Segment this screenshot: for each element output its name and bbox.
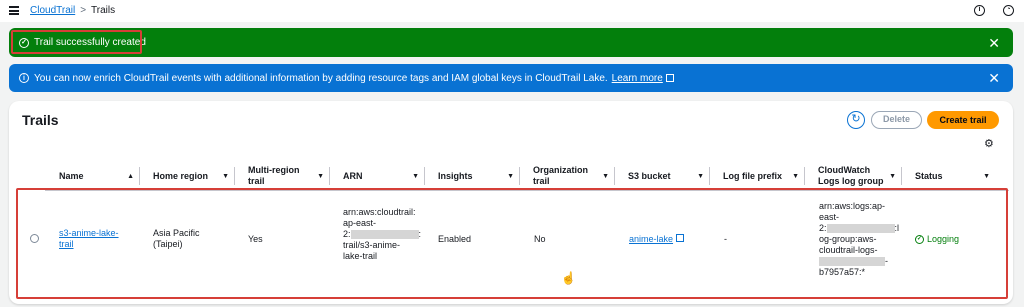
trail-name-cell: s3-anime-lake-trail [59,228,129,250]
column-header-s3-bucket[interactable]: S3 bucket ▼ [615,161,710,191]
log-group-line: arn:aws:logs:ap- [819,201,886,211]
s3-bucket-cell: anime-lake [629,234,685,245]
insights-cell: Enabled [438,234,472,244]
table-header: Name ▲ Home region ▼ Multi-region trail … [45,161,1009,191]
multi-region-cell: Yes [248,234,263,244]
column-label: Multi-region trail [248,165,300,186]
menu-icon[interactable] [9,6,19,15]
sort-icon: ▼ [222,172,229,180]
status-badge: ✓ Logging [915,234,959,245]
external-link-icon [676,234,685,242]
sort-icon: ▼ [317,172,324,180]
log-group-line: east- [819,212,840,222]
s3-bucket-link[interactable]: anime-lake [629,234,673,244]
breadcrumb-separator: > [80,5,87,16]
status-label: Logging [927,234,960,244]
arn-line: trail/s3-anime- [343,240,401,250]
sort-icon: ▼ [792,172,799,180]
arn-cell: arn:aws:cloudtrail: ap-east- 2:: trail/s… [343,207,433,262]
column-label: Organization trail [533,165,589,186]
arn-fragment: 2: [343,229,351,239]
log-group-line-redacted: 2: :l [819,223,911,234]
column-header-status[interactable]: Status ▼ [902,161,996,191]
log-group-line: cloudtrail-logs- [819,245,878,255]
log-group-line: b7957a57:* [819,267,866,277]
arn-fragment: : [418,229,422,239]
log-file-prefix-cell: - [724,234,727,244]
trails-panel: Trails ↻ Delete Create trail ⚙ Name ▲ Ho… [9,101,1013,304]
success-highlight-box [11,30,142,54]
column-label: Status [915,170,943,181]
column-label: Insights [438,170,473,181]
organization-trail-cell: No [534,234,546,244]
breadcrumb: CloudTrail > Trails [30,5,115,16]
breadcrumb-current: Trails [91,5,116,16]
sort-icon: ▼ [697,172,704,180]
success-check-icon: ✓ [915,235,924,244]
arn-line: ap-east- [343,218,377,228]
column-header-arn[interactable]: ARN ▼ [330,161,425,191]
gear-icon[interactable]: ⚙ [984,139,995,150]
trail-name-link[interactable]: s3-anime-lake-trail [59,228,119,249]
home-region-cell: Asia Pacific (Taipei) [153,228,200,249]
learn-more-link[interactable]: Learn more [612,73,663,84]
external-link-icon [665,74,674,82]
sort-icon: ▼ [983,172,990,180]
sort-icon: ▼ [602,172,609,180]
success-flash-banner: ✓ Trail successfully created ✕ [9,28,1013,57]
column-header-cloudwatch-log-group[interactable]: CloudWatch Logs log group ▼ [805,161,902,191]
redacted-account-id [350,230,419,240]
log-group-line: og-group:aws- [819,234,877,244]
column-header-multi-region[interactable]: Multi-region trail ▼ [235,161,330,191]
log-group-fragment: 2: [819,223,827,233]
log-group-fragment: :l [894,223,900,233]
sort-icon: ▼ [889,172,896,180]
breadcrumb-cloudtrail-link[interactable]: CloudTrail [30,5,75,16]
column-label: CloudWatch Logs log group [818,165,884,186]
info-icon: i [19,73,29,83]
page-title: Trails [22,112,59,128]
column-header-organization-trail[interactable]: Organization trail ▼ [520,161,615,191]
sort-ascending-icon: ▲ [127,172,134,180]
close-icon[interactable]: ✕ [988,71,1000,85]
log-group-fragment: - [885,256,888,266]
info-message: You can now enrich CloudTrail events wit… [34,72,608,84]
column-header-name[interactable]: Name ▲ [45,161,140,191]
column-header-log-file-prefix[interactable]: Log file prefix ▼ [710,161,805,191]
arn-line-redacted: 2:: [343,229,433,240]
top-navigation-bar: CloudTrail > Trails i ◔ [0,0,1024,22]
column-label: ARN [343,170,363,181]
column-label: Log file prefix [723,170,783,181]
hand-pointer-icon: ☝ [561,271,576,285]
log-group-line-redacted: - [819,256,911,267]
column-header-home-region[interactable]: Home region ▼ [140,161,235,191]
redacted-account-id [826,224,895,234]
info-message-group: i You can now enrich CloudTrail events w… [19,73,674,84]
column-header-insights[interactable]: Insights ▼ [425,161,520,191]
column-label: Name [59,170,84,181]
sort-icon: ▼ [507,172,514,180]
arn-line: lake-trail [343,251,378,261]
redacted-id [819,257,885,267]
sort-icon: ▼ [412,172,419,180]
create-trail-button[interactable]: Create trail [927,111,999,129]
row-select-radio[interactable] [30,234,39,243]
info-flash-banner: i You can now enrich CloudTrail events w… [9,64,1013,92]
close-icon[interactable]: ✕ [988,36,1000,50]
log-group-cell: arn:aws:logs:ap- east- 2: :l og-group:aws… [819,201,911,278]
column-label: Home region [153,170,209,181]
column-label: S3 bucket [628,170,671,181]
refresh-button[interactable]: ↻ [847,111,865,129]
info-icon[interactable]: i [974,5,985,16]
arn-line: arn:aws:cloudtrail: [343,207,416,217]
notifications-icon[interactable]: ◔ [1003,5,1014,16]
delete-button[interactable]: Delete [871,111,922,129]
